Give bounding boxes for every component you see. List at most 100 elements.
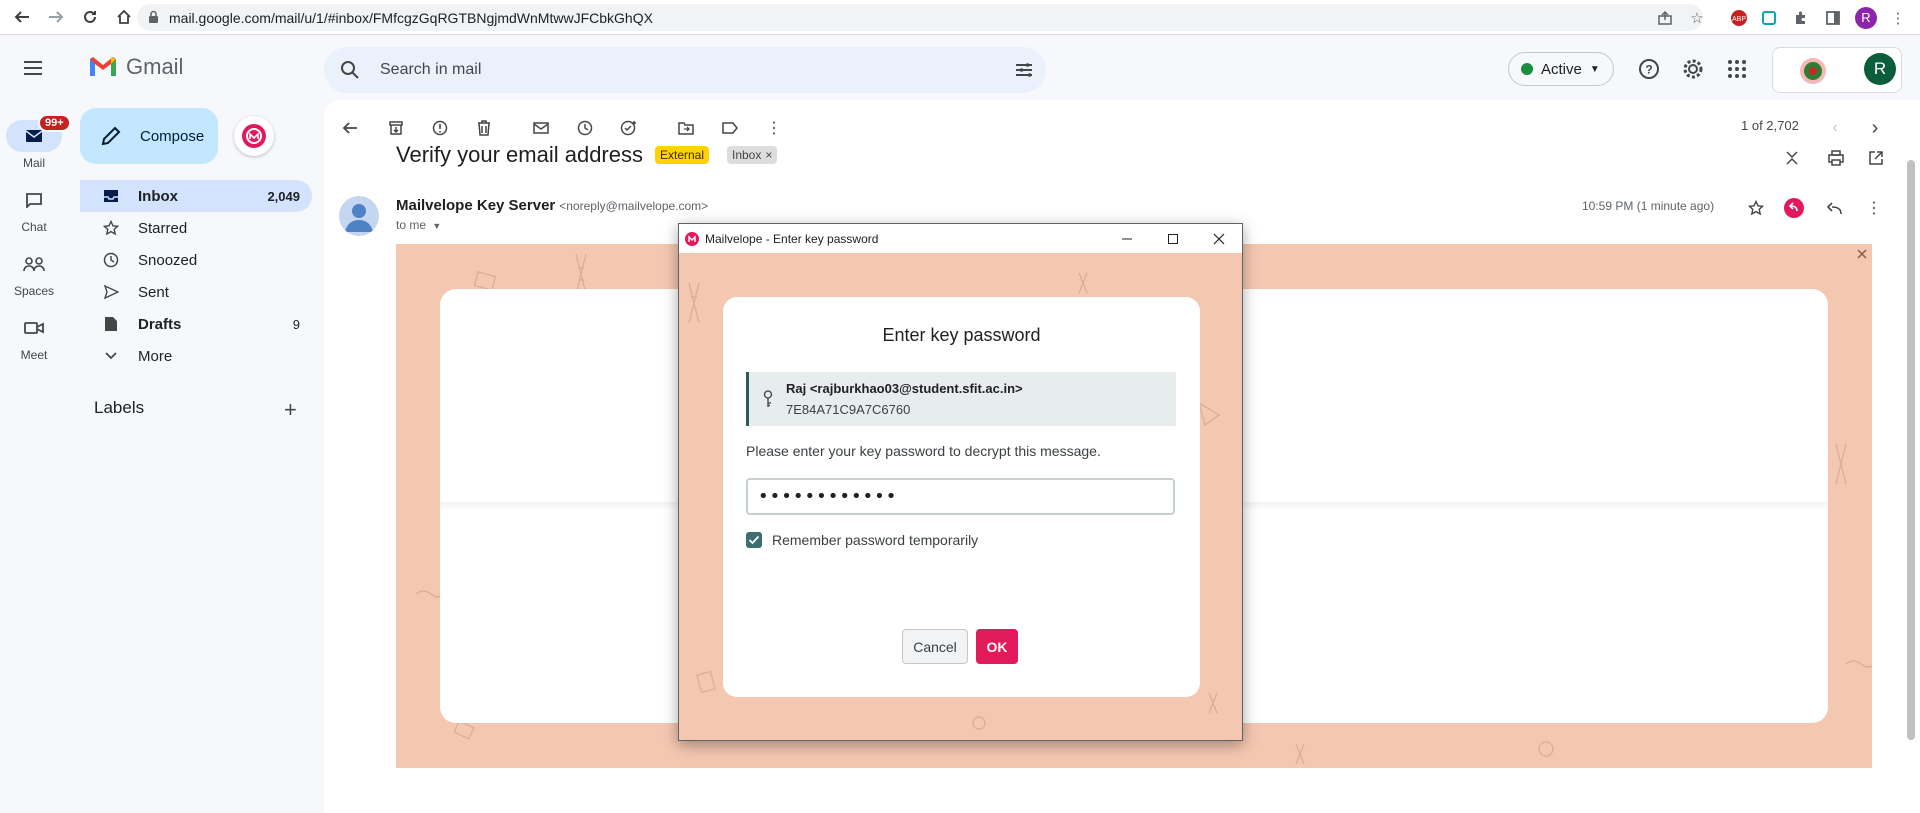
- sender-email: <noreply@mailvelope.com>: [559, 199, 709, 213]
- maximize-icon[interactable]: [1150, 224, 1196, 253]
- delete-trash-icon[interactable]: [470, 114, 498, 142]
- rail-mail[interactable]: 99+ Mail: [0, 114, 71, 170]
- remember-password-label: Remember password temporarily: [772, 532, 979, 548]
- recipient-details[interactable]: to me ▼: [396, 218, 441, 232]
- popup-window-title: Mailvelope - Enter key password: [705, 231, 879, 246]
- mailvelope-logo-icon: [685, 231, 699, 246]
- collapse-all-icon[interactable]: [1778, 144, 1806, 172]
- share-icon[interactable]: [1651, 4, 1679, 31]
- search-bar[interactable]: [324, 47, 1046, 93]
- label-tag-icon[interactable]: [716, 114, 744, 142]
- details-arrow-icon: ▼: [432, 221, 442, 231]
- mailvelope-compose-button[interactable]: [234, 116, 274, 156]
- rail-mail-pill: 99+: [6, 114, 71, 152]
- search-options-icon[interactable]: [1014, 60, 1034, 80]
- sidebar-item-label: Starred: [138, 219, 188, 237]
- archive-icon[interactable]: [382, 114, 410, 142]
- enter-password-dialog: Enter key password Raj <rajburkhao03@stu…: [723, 297, 1200, 697]
- reply-icon[interactable]: [1820, 194, 1848, 222]
- move-to-folder-icon[interactable]: [672, 114, 700, 142]
- checkbox-checked-icon[interactable]: [746, 532, 762, 548]
- inbox-tag-label: Inbox: [732, 148, 762, 162]
- sidebar-item-inbox[interactable]: Inbox 2,049: [80, 180, 312, 212]
- search-icon[interactable]: [340, 60, 360, 80]
- mark-unread-icon[interactable]: [527, 114, 555, 142]
- snooze-clock-icon[interactable]: [571, 114, 599, 142]
- sidebar-item-starred[interactable]: Starred: [80, 212, 312, 244]
- mailvelope-reply-icon[interactable]: [1780, 194, 1808, 222]
- account-avatar[interactable]: R: [1864, 53, 1896, 85]
- rail-meet-label: Meet: [20, 348, 48, 362]
- star-message-icon[interactable]: [1742, 194, 1770, 222]
- add-label-plus-icon[interactable]: +: [284, 397, 297, 423]
- organization-logo-icon: [1800, 58, 1826, 84]
- forward-arrow-icon[interactable]: [42, 3, 70, 31]
- page-scrollbar[interactable]: [1906, 160, 1916, 813]
- inbox-tag[interactable]: Inbox ×: [727, 146, 778, 164]
- draft-icon: [98, 316, 124, 332]
- extension-mailvelope-icon[interactable]: [1755, 4, 1783, 31]
- more-vert-icon[interactable]: ⋮: [1884, 4, 1912, 31]
- more-message-actions-icon[interactable]: ⋮: [1860, 194, 1888, 222]
- pager-text: 1 of 2,702: [1741, 118, 1799, 133]
- sidebar-item-snoozed[interactable]: Snoozed: [80, 244, 312, 276]
- external-tag: External: [655, 146, 710, 164]
- ok-button[interactable]: OK: [976, 629, 1018, 664]
- minimize-icon[interactable]: [1104, 224, 1150, 253]
- older-chevron-icon[interactable]: ›: [1861, 114, 1889, 142]
- chat-icon: [26, 193, 42, 208]
- reload-icon[interactable]: [76, 3, 104, 31]
- rail-spaces[interactable]: Spaces: [0, 248, 68, 298]
- side-panel-icon[interactable]: [1819, 4, 1847, 31]
- add-task-icon[interactable]: [615, 114, 643, 142]
- search-input[interactable]: [380, 61, 940, 79]
- rail-chat-label: Chat: [21, 220, 47, 234]
- send-icon: [98, 284, 124, 300]
- back-to-inbox-icon[interactable]: [336, 114, 364, 142]
- extensions-puzzle-icon[interactable]: [1787, 4, 1815, 31]
- address-bar[interactable]: mail.google.com/mail/u/1/#inbox/FMfcgzGq…: [137, 4, 1703, 31]
- report-spam-icon[interactable]: [426, 114, 454, 142]
- sidebar-item-count: 9: [292, 316, 300, 332]
- rail-spaces-label: Spaces: [13, 284, 55, 298]
- status-dropdown[interactable]: Active ▼: [1508, 52, 1614, 86]
- key-info-box: Raj <rajburkhao03@student.sfit.ac.in> 7E…: [746, 372, 1176, 426]
- close-x-icon[interactable]: [1857, 249, 1867, 259]
- window-close-icon[interactable]: [1196, 224, 1242, 253]
- compose-button[interactable]: Compose: [80, 108, 218, 164]
- main-menu-icon[interactable]: [18, 53, 48, 83]
- bookmark-star-icon[interactable]: ☆: [1683, 4, 1711, 31]
- newer-chevron-icon[interactable]: ‹: [1821, 114, 1849, 142]
- profile-avatar[interactable]: R: [1852, 4, 1880, 31]
- scrollbar-thumb[interactable]: [1907, 160, 1915, 740]
- help-icon[interactable]: ?: [1635, 55, 1663, 83]
- gmail-logo-text: Gmail: [126, 54, 184, 79]
- more-actions-icon[interactable]: ⋮: [760, 114, 788, 142]
- key-password-input[interactable]: [746, 478, 1175, 515]
- remove-tag-icon[interactable]: ×: [765, 148, 772, 162]
- gmail-logo[interactable]: Gmail: [88, 54, 183, 80]
- mailvelope-icon: [242, 124, 266, 148]
- print-icon[interactable]: [1822, 144, 1850, 172]
- sidebar-item-drafts[interactable]: Drafts 9: [80, 308, 312, 340]
- sidebar-item-sent[interactable]: Sent: [80, 276, 312, 308]
- rail-chat-pill: [6, 184, 62, 216]
- sender-line[interactable]: Mailvelope Key Server <noreply@mailvelope…: [396, 197, 708, 214]
- extension-abp-icon[interactable]: ABP: [1725, 4, 1753, 31]
- remember-password-checkbox[interactable]: Remember password temporarily: [746, 532, 978, 548]
- sidebar-item-more[interactable]: More: [80, 340, 312, 372]
- compose-label: Compose: [140, 127, 205, 145]
- cancel-button[interactable]: Cancel: [902, 629, 968, 664]
- browser-toolbar: mail.google.com/mail/u/1/#inbox/FMfcgzGq…: [0, 0, 1920, 35]
- sidebar-item-label: Drafts: [138, 315, 182, 333]
- apps-grid-icon[interactable]: [1723, 55, 1751, 83]
- rail-meet[interactable]: Meet: [0, 312, 68, 362]
- labels-heading: Labels: [94, 398, 145, 417]
- settings-gear-icon[interactable]: [1679, 55, 1707, 83]
- popup-titlebar[interactable]: Mailvelope - Enter key password: [679, 224, 1242, 253]
- back-arrow-icon[interactable]: [8, 3, 36, 31]
- sender-avatar[interactable]: [339, 196, 379, 236]
- rail-chat[interactable]: Chat: [0, 184, 68, 234]
- home-icon[interactable]: [110, 3, 138, 31]
- open-new-window-icon[interactable]: [1862, 144, 1890, 172]
